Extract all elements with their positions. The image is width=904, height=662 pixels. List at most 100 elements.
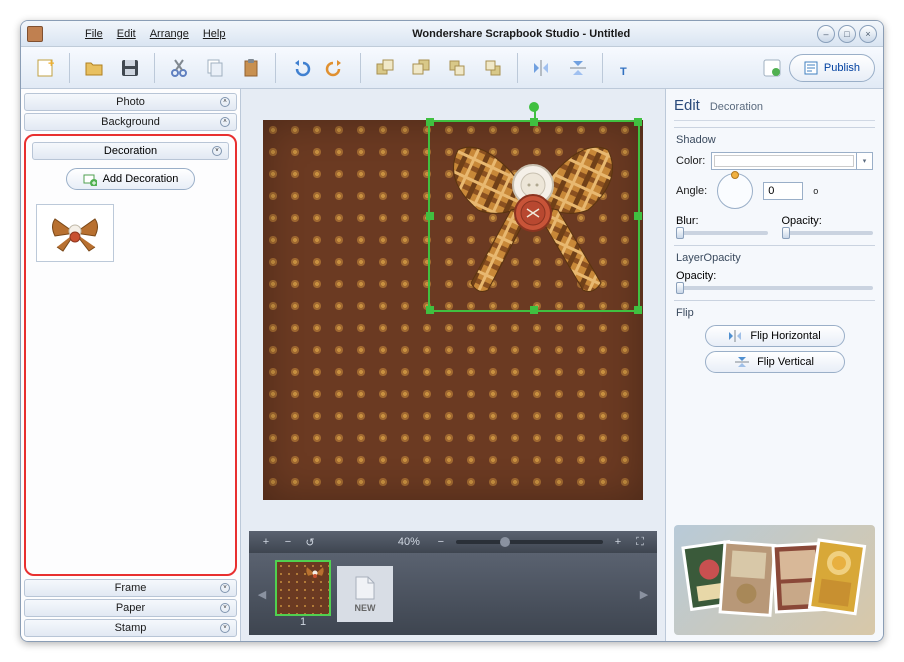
resize-handle-bm[interactable] (530, 306, 538, 314)
page-new-button[interactable]: NEW (337, 566, 393, 622)
flip-horizontal-button[interactable]: Flip Horizontal (705, 325, 845, 347)
edit-subtitle: Decoration (710, 101, 763, 113)
flip-vertical-button[interactable]: Flip Vertical (705, 351, 845, 373)
rotate-handle[interactable] (529, 102, 539, 112)
chevron-down-icon: ▾ (856, 153, 872, 169)
zoom-slider[interactable] (456, 540, 603, 544)
pages-bar: ◀ 1 NEW ▶ (249, 553, 657, 635)
zoom-minus-button[interactable]: − (434, 535, 448, 549)
accordion-decoration[interactable]: Decoration ˅ (32, 142, 229, 160)
flip-group-title: Flip (676, 307, 873, 319)
publish-button[interactable]: Publish (789, 54, 875, 82)
flip-group: Flip Flip Horizontal Flip Vertical (674, 300, 875, 381)
resize-handle-tl[interactable] (426, 118, 434, 126)
slider-thumb[interactable] (676, 227, 684, 239)
accordion-photo[interactable]: Photo ˄ (24, 93, 237, 111)
flip-horizontal-icon (728, 330, 742, 342)
zoom-slider-thumb[interactable] (500, 537, 510, 547)
zoom-plus-button[interactable]: + (611, 535, 625, 549)
resize-handle-br[interactable] (634, 306, 642, 314)
angle-unit: o (813, 186, 818, 196)
copy-button[interactable] (199, 52, 231, 84)
minimize-button[interactable]: – (817, 25, 835, 43)
accordion-stamp[interactable]: Stamp ˅ (24, 619, 237, 637)
separator (602, 53, 603, 83)
page-thumb-1-wrapper: 1 (275, 560, 331, 628)
left-panel: Photo ˄ Background ˄ Decoration ˅ Add De… (21, 89, 241, 641)
accordion-paper[interactable]: Paper ˅ (24, 599, 237, 617)
svg-text:+: + (48, 58, 54, 70)
resize-handle-tr[interactable] (634, 118, 642, 126)
publish-label: Publish (824, 62, 860, 74)
page-prev-button[interactable]: ◀ (255, 574, 269, 614)
color-label: Color: (676, 155, 705, 167)
undo-button[interactable] (284, 52, 316, 84)
add-decoration-button[interactable]: Add Decoration (66, 168, 196, 190)
window-controls: – □ × (817, 25, 877, 43)
resize-handle-mr[interactable] (634, 212, 642, 220)
flip-horizontal-icon-button[interactable] (526, 52, 558, 84)
shadow-opacity-slider[interactable] (782, 231, 874, 235)
right-panel-header: Edit Decoration (674, 95, 875, 121)
slider-thumb[interactable] (782, 227, 790, 239)
accordion-background[interactable]: Background ˄ (24, 113, 237, 131)
flip-horizontal-label: Flip Horizontal (750, 330, 820, 342)
zoom-in-button[interactable]: + (259, 535, 273, 549)
export-button[interactable] (759, 52, 785, 84)
fit-button[interactable]: ⛶ (633, 535, 647, 549)
text-button[interactable]: T (611, 52, 643, 84)
resize-handle-bl[interactable] (426, 306, 434, 314)
zoom-out-button[interactable]: − (281, 535, 295, 549)
separator (69, 53, 70, 83)
shadow-color-combo[interactable]: ▾ (711, 152, 873, 170)
slider-thumb[interactable] (676, 282, 684, 294)
selection-box[interactable] (428, 120, 640, 312)
save-button[interactable] (114, 52, 146, 84)
redo-button[interactable] (320, 52, 352, 84)
blur-label: Blur: (676, 215, 699, 227)
new-page-label: NEW (355, 603, 376, 613)
paste-button[interactable] (235, 52, 267, 84)
open-button[interactable] (78, 52, 110, 84)
new-page-button[interactable]: + (29, 52, 61, 84)
scrapbook-canvas[interactable] (263, 120, 643, 500)
menu-edit[interactable]: Edit (117, 28, 136, 40)
accordion-label: Frame (115, 582, 147, 594)
angle-input[interactable] (763, 182, 803, 200)
menu-help[interactable]: Help (203, 28, 226, 40)
blur-slider[interactable] (676, 231, 768, 235)
separator (275, 53, 276, 83)
menu-file[interactable]: File (85, 28, 103, 40)
close-button[interactable]: × (859, 25, 877, 43)
bring-forward-button[interactable] (441, 52, 473, 84)
menu-arrange[interactable]: Arrange (150, 28, 189, 40)
decoration-thumbnails (32, 200, 229, 266)
send-backward-button[interactable] (477, 52, 509, 84)
accordion-label: Photo (116, 96, 145, 108)
layer-opacity-group: LayerOpacity Opacity: (674, 245, 875, 294)
page-thumb-1[interactable] (275, 560, 331, 616)
maximize-button[interactable]: □ (838, 25, 856, 43)
bring-front-button[interactable] (369, 52, 401, 84)
color-swatch (714, 155, 854, 167)
decoration-thumb-bow[interactable] (36, 204, 114, 262)
add-icon (83, 172, 97, 186)
app-window: File Edit Arrange Help Wondershare Scrap… (20, 20, 884, 642)
cut-button[interactable] (163, 52, 195, 84)
angle-label: Angle: (676, 185, 707, 197)
accordion-frame[interactable]: Frame ˅ (24, 579, 237, 597)
chevron-up-icon: ˄ (220, 117, 230, 127)
send-back-button[interactable] (405, 52, 437, 84)
layer-opacity-title: LayerOpacity (676, 252, 873, 264)
flip-vertical-icon-button[interactable] (562, 52, 594, 84)
canvas-area[interactable] (241, 89, 665, 531)
zoom-reset-button[interactable]: ↺ (303, 535, 317, 549)
resize-handle-tm[interactable] (530, 118, 538, 126)
resize-handle-ml[interactable] (426, 212, 434, 220)
layer-opacity-slider[interactable] (676, 286, 873, 290)
flip-vertical-label: Flip Vertical (757, 356, 814, 368)
page-next-button[interactable]: ▶ (637, 574, 651, 614)
angle-dial[interactable] (717, 173, 753, 209)
edit-title: Edit (674, 97, 700, 114)
flip-vertical-icon (735, 356, 749, 368)
